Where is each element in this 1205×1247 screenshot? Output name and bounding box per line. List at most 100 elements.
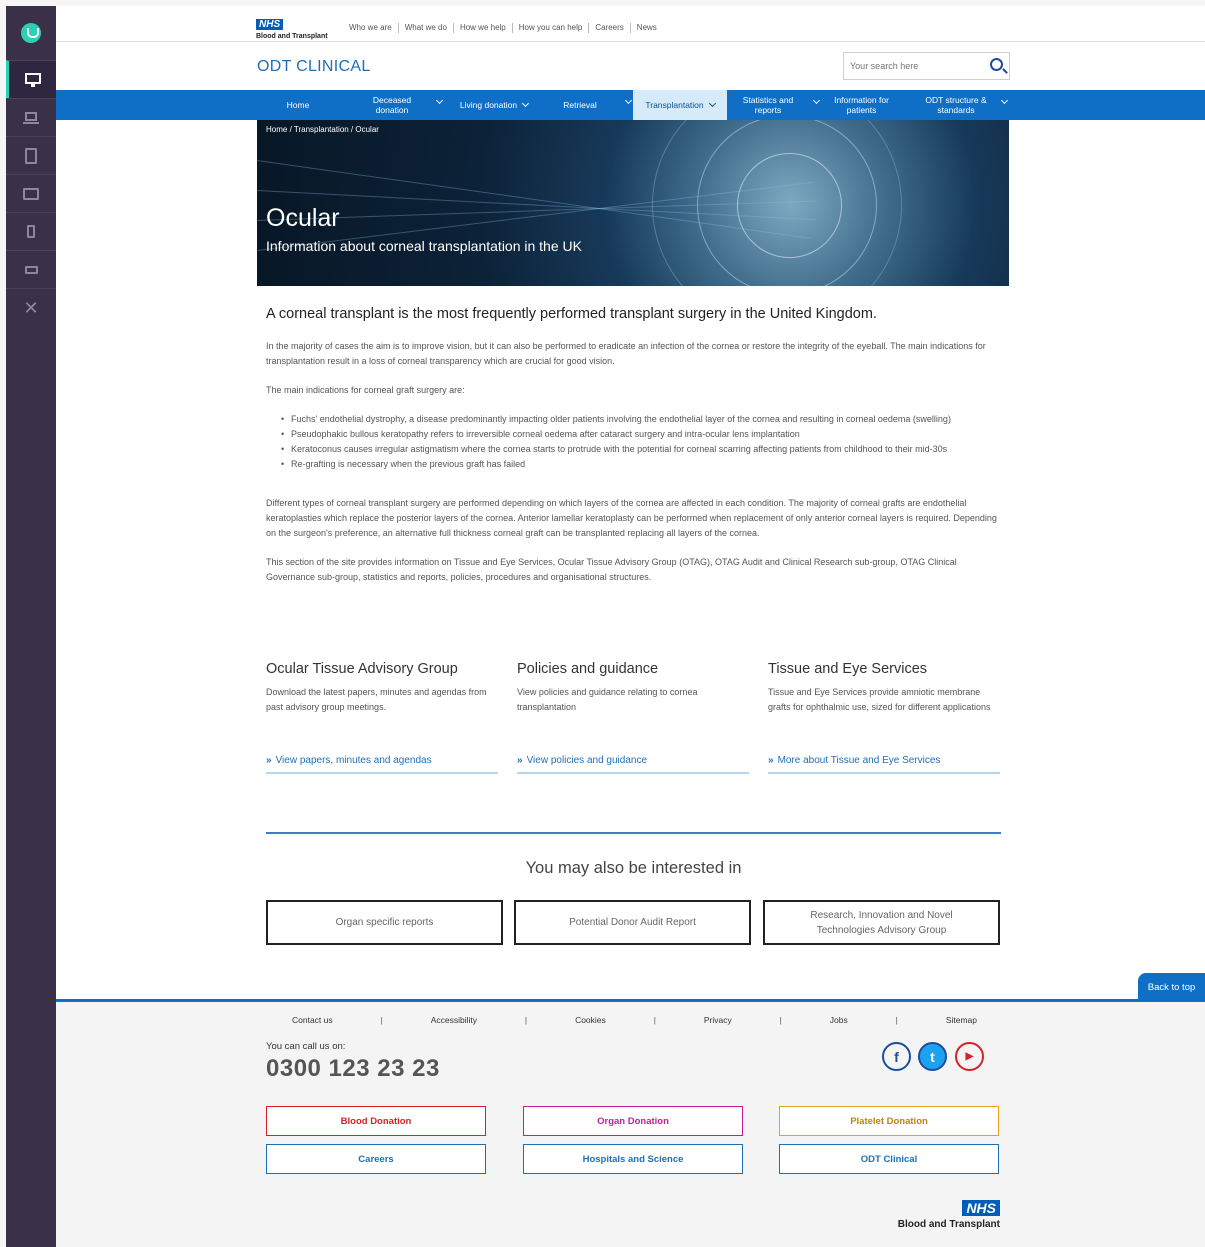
tablet-portrait-button[interactable] bbox=[6, 136, 56, 174]
main-content: A corneal transplant is the most frequen… bbox=[266, 306, 1001, 599]
chevron-down-icon bbox=[522, 99, 530, 108]
double-chevron-right-icon: » bbox=[266, 755, 272, 766]
phone-portrait-icon bbox=[27, 225, 35, 238]
list-item: Pseudophakic bullous keratopathy refers … bbox=[281, 427, 1001, 442]
list-item: Re-grafting is necessary when the previo… bbox=[281, 457, 1001, 472]
nav-odt-chevron-icon[interactable] bbox=[1000, 96, 1009, 105]
search-icon[interactable] bbox=[990, 58, 1003, 71]
laptop-icon bbox=[23, 111, 39, 124]
footer-link-jobs[interactable]: Jobs bbox=[830, 1015, 848, 1025]
related-potential-donor-audit-report[interactable]: Potential Donor Audit Report bbox=[514, 900, 751, 945]
card-link[interactable]: » More about Tissue and Eye Services bbox=[768, 755, 1000, 774]
phone-portrait-button[interactable] bbox=[6, 212, 56, 250]
phone-landscape-button[interactable] bbox=[6, 250, 56, 288]
utility-link-how-we-help[interactable]: How we help bbox=[454, 23, 513, 33]
footer-link-sitemap[interactable]: Sitemap bbox=[946, 1015, 977, 1025]
utility-bar: NHS Blood and Transplant Who we are What… bbox=[56, 6, 1205, 42]
footer-separator: | bbox=[779, 1015, 782, 1025]
card-policies-and-guidance: Policies and guidance View policies and … bbox=[517, 661, 749, 774]
website-page: NHS Blood and Transplant Who we are What… bbox=[56, 6, 1205, 1247]
platelet-donation-button[interactable]: Platelet Donation bbox=[779, 1106, 999, 1136]
list-item: Fuchs' endothelial dystrophy, a disease … bbox=[281, 412, 1001, 427]
tablet-landscape-button[interactable] bbox=[6, 174, 56, 212]
organ-donation-button[interactable]: Organ Donation bbox=[523, 1106, 743, 1136]
indications-list: Fuchs' endothelial dystrophy, a disease … bbox=[281, 412, 1001, 472]
nav-statistics-chevron-icon[interactable] bbox=[812, 96, 821, 105]
app-logo[interactable] bbox=[6, 6, 56, 60]
nhs-logo-org: Blood and Transplant bbox=[897, 1219, 1000, 1230]
intro-paragraph: In the majority of cases the aim is to i… bbox=[266, 341, 986, 366]
close-icon: ✕ bbox=[23, 297, 39, 318]
search-input[interactable] bbox=[844, 53, 978, 79]
footer-nhsbt-logo[interactable]: NHS Blood and Transplant bbox=[894, 1200, 1000, 1230]
app-logo-icon bbox=[21, 23, 41, 43]
utility-link-who-we-are[interactable]: Who we are bbox=[343, 23, 399, 33]
desktop-icon bbox=[24, 72, 41, 87]
utility-link-news[interactable]: News bbox=[631, 23, 663, 33]
nhsbt-logo[interactable]: NHS Blood and Transplant bbox=[256, 14, 328, 40]
page-subtitle: Information about corneal transplantatio… bbox=[266, 238, 582, 254]
section-divider bbox=[266, 832, 1001, 834]
phone-landscape-icon bbox=[24, 265, 38, 274]
double-chevron-right-icon: » bbox=[517, 755, 523, 766]
utility-link-how-you-can-help[interactable]: How you can help bbox=[513, 23, 590, 33]
footer-separator: | bbox=[895, 1015, 898, 1025]
card-title: Policies and guidance bbox=[517, 661, 659, 677]
related-heading: You may also be interested in bbox=[525, 859, 742, 877]
card-description: Tissue and Eye Services provide amniotic… bbox=[768, 687, 991, 712]
nav-information-for-patients[interactable]: Information for patients bbox=[824, 90, 899, 120]
facebook-icon[interactable]: f bbox=[882, 1042, 911, 1071]
card-tissue-and-eye-services: Tissue and Eye Services Tissue and Eye S… bbox=[768, 661, 1000, 774]
footer-separator: | bbox=[524, 1015, 528, 1025]
phone-number[interactable]: 0300 123 23 23 bbox=[266, 1055, 440, 1083]
chevron-down-icon bbox=[708, 99, 716, 108]
footer-link-accessibility[interactable]: Accessibility bbox=[431, 1015, 477, 1025]
desktop-view-button[interactable] bbox=[6, 60, 56, 98]
related-organ-specific-reports[interactable]: Organ specific reports bbox=[266, 900, 503, 945]
odt-clinical-button[interactable]: ODT Clinical bbox=[779, 1144, 999, 1174]
nav-deceased-donation[interactable]: Deceased donation bbox=[362, 90, 422, 120]
surgery-types-paragraph: Different types of corneal transplant su… bbox=[266, 498, 997, 538]
footer-separator: | bbox=[380, 1015, 383, 1025]
blood-donation-button[interactable]: Blood Donation bbox=[266, 1106, 486, 1136]
nav-deceased-chevron-icon[interactable] bbox=[435, 96, 444, 105]
back-to-top-button[interactable]: Back to top bbox=[1138, 973, 1205, 1001]
related-research-innovation-group[interactable]: Research, Innovation and Novel Technolog… bbox=[763, 900, 1000, 945]
card-link[interactable]: » View papers, minutes and agendas bbox=[266, 755, 498, 774]
site-header: ODT CLINICAL bbox=[56, 42, 1205, 90]
nav-odt-structure[interactable]: ODT structure & standards bbox=[921, 90, 991, 120]
nhs-logo-org: Blood and Transplant bbox=[256, 33, 328, 40]
search-box bbox=[843, 52, 1010, 80]
card-link[interactable]: » View policies and guidance bbox=[517, 755, 749, 774]
tablet-portrait-icon bbox=[25, 147, 37, 164]
careers-button[interactable]: Careers bbox=[266, 1144, 486, 1174]
double-chevron-right-icon: » bbox=[768, 755, 774, 766]
twitter-icon[interactable]: t bbox=[918, 1042, 947, 1071]
nav-retrieval-chevron-icon[interactable] bbox=[624, 96, 633, 105]
utility-link-careers[interactable]: Careers bbox=[589, 23, 631, 33]
main-nav: Home Deceased donation Living donation R… bbox=[56, 90, 1205, 120]
tablet-landscape-icon bbox=[23, 187, 39, 200]
laptop-view-button[interactable] bbox=[6, 98, 56, 136]
utility-link-what-we-do[interactable]: What we do bbox=[399, 23, 454, 33]
nav-home[interactable]: Home bbox=[258, 90, 338, 120]
card-title: Ocular Tissue Advisory Group bbox=[266, 661, 458, 677]
card-ocular-tissue-advisory-group: Ocular Tissue Advisory Group Download th… bbox=[266, 661, 498, 774]
breadcrumb[interactable]: Home / Transplantation / Ocular bbox=[266, 125, 379, 134]
nhs-logo-badge: NHS bbox=[962, 1200, 1000, 1216]
youtube-icon[interactable]: ▶ bbox=[955, 1042, 984, 1071]
nav-transplantation[interactable]: Transplantation bbox=[633, 90, 727, 120]
footer-link-contact-us[interactable]: Contact us bbox=[292, 1015, 333, 1025]
site-brand[interactable]: ODT CLINICAL bbox=[257, 58, 371, 76]
call-us-label: You can call us on: bbox=[266, 1041, 346, 1052]
footer-link-cookies[interactable]: Cookies bbox=[575, 1015, 606, 1025]
close-preview-button[interactable]: ✕ bbox=[6, 288, 56, 326]
nav-living-donation[interactable]: Living donation bbox=[449, 90, 539, 120]
nav-statistics-and-reports[interactable]: Statistics and reports bbox=[733, 90, 803, 120]
footer-separator: | bbox=[653, 1015, 656, 1025]
lead-paragraph: A corneal transplant is the most frequen… bbox=[266, 306, 877, 322]
nav-retrieval[interactable]: Retrieval bbox=[550, 90, 610, 120]
nhs-logo-badge: NHS bbox=[256, 19, 284, 30]
footer-link-privacy[interactable]: Privacy bbox=[704, 1015, 732, 1025]
hospitals-and-science-button[interactable]: Hospitals and Science bbox=[523, 1144, 743, 1174]
